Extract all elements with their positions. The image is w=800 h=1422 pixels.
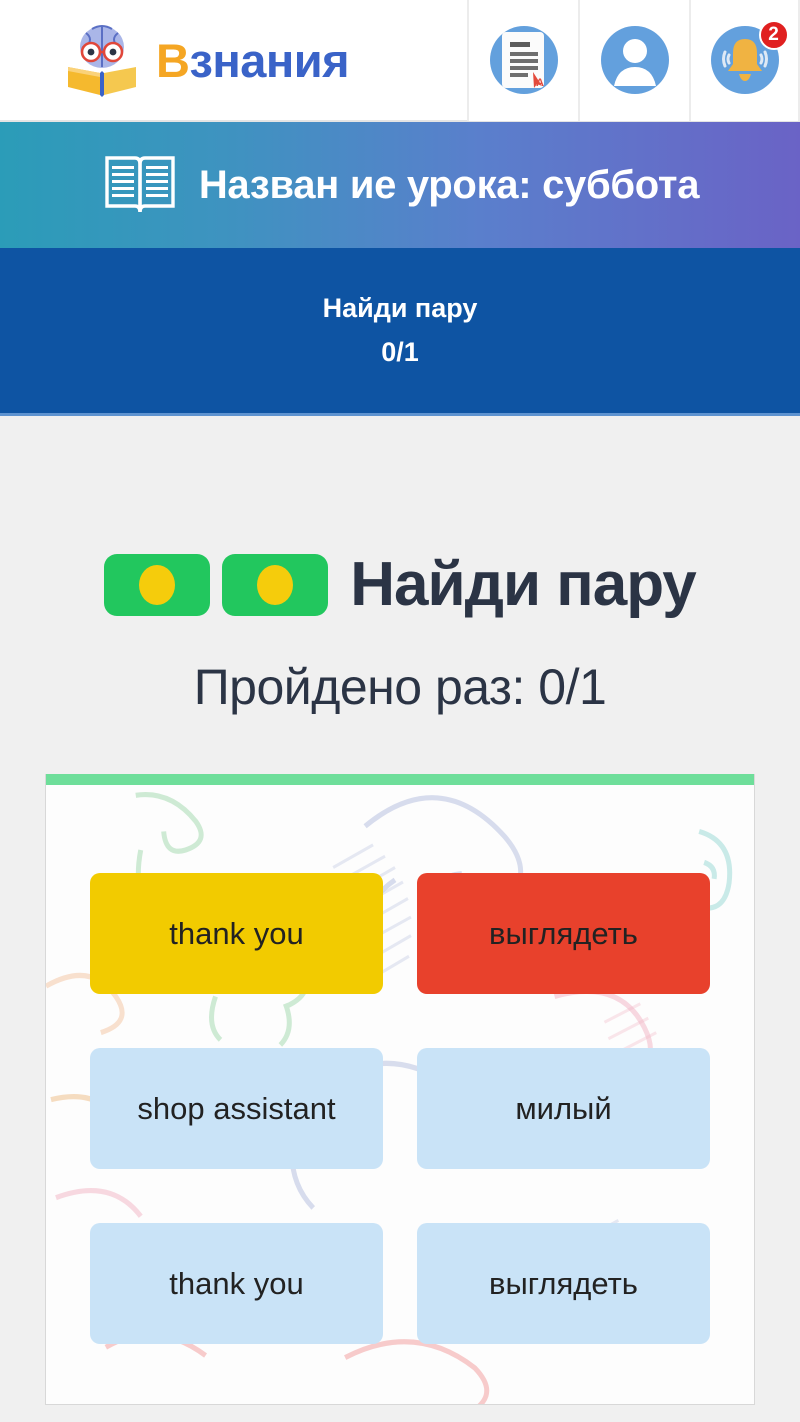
lesson-banner: Назван ие урока: суббота — [0, 122, 800, 248]
brain-book-icon — [62, 21, 142, 99]
notification-count-badge: 2 — [758, 20, 789, 50]
pair-chip-icon — [104, 554, 329, 616]
task-name: Найди пару — [322, 293, 478, 324]
app-root: Взнания A 2 Назван ие урока: суббота Най… — [0, 0, 800, 1422]
brand-name-first: В — [156, 33, 190, 87]
notifications-button[interactable]: 2 — [689, 0, 800, 121]
brand-name: Взнания — [156, 33, 350, 87]
word-tile-grid: thank you выглядеть shop assistant милый… — [90, 873, 710, 1344]
header-actions: A 2 — [467, 0, 800, 121]
word-tile[interactable]: милый — [417, 1048, 710, 1169]
svg-text:A: A — [536, 77, 544, 89]
brand-logo-link[interactable]: Взнания — [0, 21, 467, 99]
card-top-accent-bar — [46, 774, 754, 785]
word-tile[interactable]: shop assistant — [90, 1048, 383, 1169]
page-title: Найди пару — [350, 550, 697, 619]
pair-chip-right — [222, 554, 329, 616]
open-book-icon — [101, 146, 179, 225]
pair-chip-left — [104, 554, 211, 616]
word-tile[interactable]: выглядеть — [417, 1223, 710, 1344]
grades-document-button[interactable]: A — [467, 0, 578, 121]
attempts-counter: Пройдено раз: 0/1 — [193, 659, 607, 715]
brand-name-rest: знания — [189, 33, 350, 87]
pair-chip-dot-right — [257, 565, 294, 605]
pair-chip-dot-left — [139, 565, 176, 605]
task-summary-bar: Найди пару 0/1 — [0, 248, 800, 416]
card-body: thank you выглядеть shop assistant милый… — [46, 785, 754, 1404]
word-tile[interactable]: thank you — [90, 873, 383, 994]
game-card: thank you выглядеть shop assistant милый… — [45, 774, 755, 1405]
user-profile-icon — [597, 22, 673, 98]
task-score: 0/1 — [381, 336, 419, 367]
lesson-title: Назван ие урока: суббота — [198, 162, 700, 207]
word-tile[interactable]: выглядеть — [417, 873, 710, 994]
bell-icon: 2 — [707, 20, 789, 98]
game-title-row: Найди пару — [0, 554, 800, 616]
main-content: Найди пару Пройдено раз: 0/1 thank you в… — [0, 554, 800, 1405]
document-grade-icon: A — [486, 22, 562, 98]
site-header: Взнания A 2 — [0, 0, 800, 122]
word-tile[interactable]: thank you — [90, 1223, 383, 1344]
profile-button[interactable] — [578, 0, 689, 121]
